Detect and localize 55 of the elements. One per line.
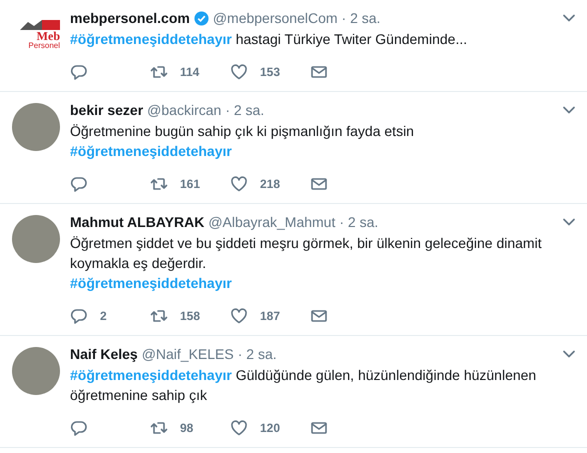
retweet-count: 98: [180, 421, 194, 435]
avatar-photo-placeholder[interactable]: [12, 215, 60, 263]
retweet-count: 114: [180, 65, 200, 79]
tweet-time[interactable]: · 2 sa.: [342, 9, 380, 27]
retweet-count: 161: [180, 177, 200, 191]
tweet-time[interactable]: · 2 sa.: [238, 345, 277, 363]
chevron-down-icon[interactable]: [563, 348, 575, 360]
tweet-text: #öğretmeneşiddetehayır hastagi Türkiye Twiter Gündeminde...: [70, 30, 468, 49]
tweet-time[interactable]: · 2 sa.: [339, 213, 378, 231]
reply-icon[interactable]: [70, 307, 88, 325]
chevron-down-icon[interactable]: [563, 12, 575, 24]
user-name[interactable]: Naif Keleş: [70, 345, 138, 363]
user-name[interactable]: mebpersonel.com: [70, 9, 190, 27]
like-count: 218: [260, 177, 280, 191]
reply-icon[interactable]: [70, 63, 88, 81]
user-name[interactable]: bekir sezer: [70, 101, 144, 119]
envelope-icon[interactable]: [310, 419, 328, 437]
tweet-time[interactable]: · 2 sa.: [225, 101, 264, 119]
reply-count: 2: [100, 309, 107, 323]
retweet-count: 158: [180, 309, 200, 323]
reply-icon[interactable]: [70, 175, 88, 193]
heart-icon[interactable]: [230, 175, 248, 193]
hashtag-link[interactable]: #öğretmeneşiddetehayır: [70, 31, 232, 47]
envelope-icon[interactable]: [310, 63, 328, 81]
tweet-text: Öğretmenine bugün sahip çık ki pişmanlığın fayda etsin #öğretmeneşiddetehayır: [70, 122, 415, 161]
chevron-down-icon[interactable]: [563, 216, 575, 228]
retweet-icon[interactable]: [150, 175, 168, 193]
envelope-icon[interactable]: [310, 175, 328, 193]
heart-icon[interactable]: [230, 419, 248, 437]
like-count: 187: [260, 309, 280, 323]
user-name[interactable]: Mahmut ALBAYRAK: [70, 213, 204, 231]
chevron-down-icon[interactable]: [563, 104, 575, 116]
like-count: 153: [260, 65, 280, 79]
like-count: 120: [260, 421, 280, 435]
avatar-photo-placeholder[interactable]: [12, 103, 60, 151]
user-handle[interactable]: @Albayrak_Mahmut: [208, 213, 336, 231]
user-handle[interactable]: @mebpersonelCom: [212, 9, 338, 27]
hashtag-link[interactable]: #öğretmeneşiddetehayır: [70, 143, 232, 159]
retweet-icon[interactable]: [150, 63, 168, 81]
hashtag-link[interactable]: #öğretmeneşiddetehayır: [70, 367, 232, 383]
heart-icon[interactable]: [230, 307, 248, 325]
retweet-icon[interactable]: [150, 419, 168, 437]
envelope-icon[interactable]: [310, 307, 328, 325]
reply-icon[interactable]: [70, 419, 88, 437]
logo-text: Meb: [36, 30, 60, 42]
user-handle[interactable]: @backircan: [147, 101, 222, 119]
user-handle[interactable]: @Naif_KELES: [142, 345, 234, 363]
heart-icon[interactable]: [230, 63, 248, 81]
hashtag-link[interactable]: #öğretmeneşiddetehayır: [70, 275, 232, 291]
tweet-text: #öğretmeneşiddetehayır Güldüğünde gülen, hüzünlendiğinde hüzünlenen öğretmenine sahip çık: [70, 366, 538, 405]
logo-text: Personel: [28, 42, 60, 50]
tweet-text: Öğretmen şiddet ve bu şiddeti meşru görmek, bir ülkenin geleceğine dinamit koymakla eş değerdir. #öğretmeneşiddetehayır: [70, 234, 543, 293]
avatar-photo-placeholder[interactable]: [12, 347, 60, 395]
logo-icon: [20, 20, 60, 30]
retweet-icon[interactable]: [150, 307, 168, 325]
